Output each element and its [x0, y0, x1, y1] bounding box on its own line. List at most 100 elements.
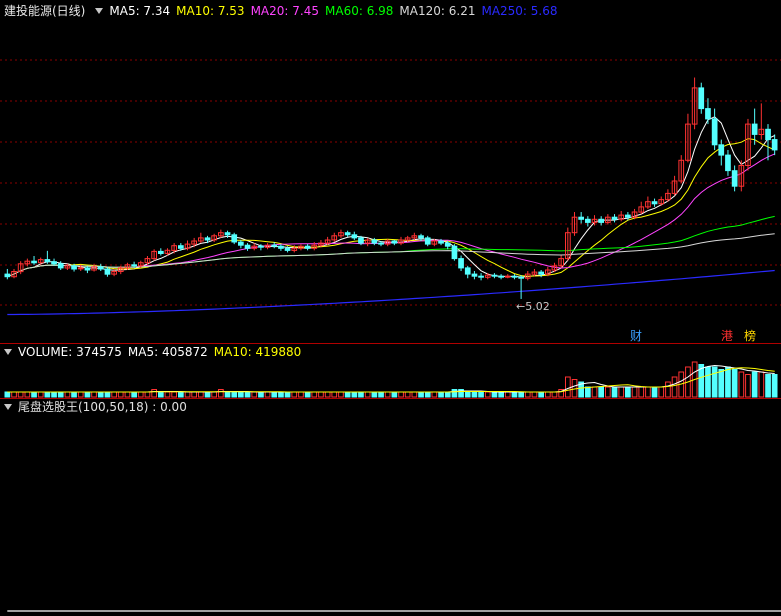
event-tag-finance[interactable]: 财 [630, 327, 642, 344]
volume-bar [498, 391, 504, 398]
candle [651, 198, 658, 207]
candle [738, 160, 745, 192]
candle [244, 243, 251, 251]
volume-bar [665, 381, 671, 398]
volume-bar [311, 391, 318, 398]
volume-bar [64, 391, 71, 398]
candle-body [538, 271, 544, 275]
volume-bar [524, 391, 531, 398]
volume-bar [738, 371, 745, 398]
volume-bar [478, 391, 484, 398]
signal-chart[interactable] [0, 399, 781, 616]
volume-bar [117, 391, 124, 398]
candle [238, 239, 244, 249]
volume-bar [751, 371, 758, 398]
candle [711, 108, 718, 150]
candle-body [371, 239, 378, 244]
candle [611, 214, 618, 223]
candle-body [97, 266, 104, 270]
dropdown-arrow-icon[interactable] [95, 8, 104, 14]
price-chart[interactable] [0, 0, 781, 343]
volume-bar [344, 391, 351, 398]
signal-panel-header: 尾盘选股王(100,50,18) : 0.00 [4, 399, 193, 415]
candle [198, 232, 204, 244]
volume-bar [44, 391, 51, 398]
volume-ma5-line [7, 364, 775, 393]
volume-bar [218, 389, 224, 398]
volume-bar [605, 386, 611, 398]
candle [518, 275, 524, 299]
dropdown-arrow-icon[interactable] [4, 404, 12, 410]
candle-body [585, 218, 591, 223]
volume-bar [224, 391, 231, 398]
candle [344, 230, 351, 237]
price-panel[interactable]: 建投能源(日线) MA5: 7.34 MA10: 7.53 MA20: 7.45… [0, 0, 781, 343]
ma5-line [7, 116, 775, 278]
candle [731, 165, 738, 192]
candle [771, 134, 778, 156]
candle [44, 250, 51, 264]
candle [645, 196, 651, 209]
volume-bar [17, 391, 24, 398]
volume-bar [124, 391, 131, 398]
candle [4, 268, 11, 280]
candle-body [498, 275, 504, 278]
candle-body [344, 232, 351, 236]
candle [424, 235, 431, 247]
price-panel-header: 建投能源(日线) MA5: 7.34 MA10: 7.53 MA20: 7.45… [4, 3, 564, 19]
candle-body [178, 245, 184, 249]
candle [37, 257, 44, 264]
candle-body [238, 241, 244, 246]
dropdown-arrow-icon[interactable] [4, 349, 12, 355]
volume-bar [705, 366, 711, 398]
volume-panel[interactable]: VOLUME: 374575 MA5: 405872 MA10: 419880 [0, 344, 781, 398]
volume-bar [331, 391, 338, 398]
candle-body [771, 139, 778, 151]
volume-bar [651, 386, 658, 398]
candle-body [358, 237, 364, 244]
candle [104, 266, 111, 277]
candle [31, 256, 37, 265]
volume-bar [324, 391, 331, 398]
candle-body [244, 244, 251, 249]
candle-body [511, 275, 518, 278]
volume-bar [451, 389, 458, 398]
volume-bar [671, 376, 678, 398]
volume-bar [184, 391, 191, 398]
volume-bar [291, 391, 298, 398]
volume-bar [84, 391, 91, 398]
volume-ma5-label: MA5: 405872 [127, 345, 208, 359]
volume-bar [565, 376, 571, 398]
candle-body [204, 237, 211, 241]
candle [678, 155, 685, 184]
volume-bar [758, 371, 765, 398]
candle-body [224, 232, 231, 236]
ma10-label: MA10: 7.53 [176, 4, 245, 18]
candle [498, 274, 504, 280]
volume-panel-header: VOLUME: 374575 MA5: 405872 MA10: 419880 [4, 344, 307, 360]
ma10-line [7, 138, 775, 278]
candle-body [378, 242, 384, 245]
candle-body [44, 259, 51, 263]
event-tag-hk[interactable]: 港 [721, 327, 733, 344]
stock-title: 建投能源(日线) [4, 4, 86, 18]
volume-bar [371, 391, 378, 398]
volume-bar [645, 386, 651, 398]
candle-body [471, 273, 478, 277]
candle-body [444, 242, 451, 247]
volume-bar [444, 391, 451, 398]
volume-bar [631, 386, 638, 398]
volume-bar [471, 391, 478, 398]
volume-bar [258, 391, 264, 398]
candle-body [4, 273, 11, 278]
candle [605, 214, 611, 225]
volume-bar [238, 391, 244, 398]
signal-panel[interactable]: 尾盘选股王(100,50,18) : 0.00 [0, 399, 781, 616]
candle-body [731, 170, 738, 187]
event-tag-ranking[interactable]: 榜 [744, 327, 756, 344]
volume-bar [711, 366, 718, 398]
candle-body [84, 267, 91, 271]
volume-bar [364, 391, 371, 398]
volume-bar [545, 391, 551, 398]
candle [565, 227, 571, 261]
